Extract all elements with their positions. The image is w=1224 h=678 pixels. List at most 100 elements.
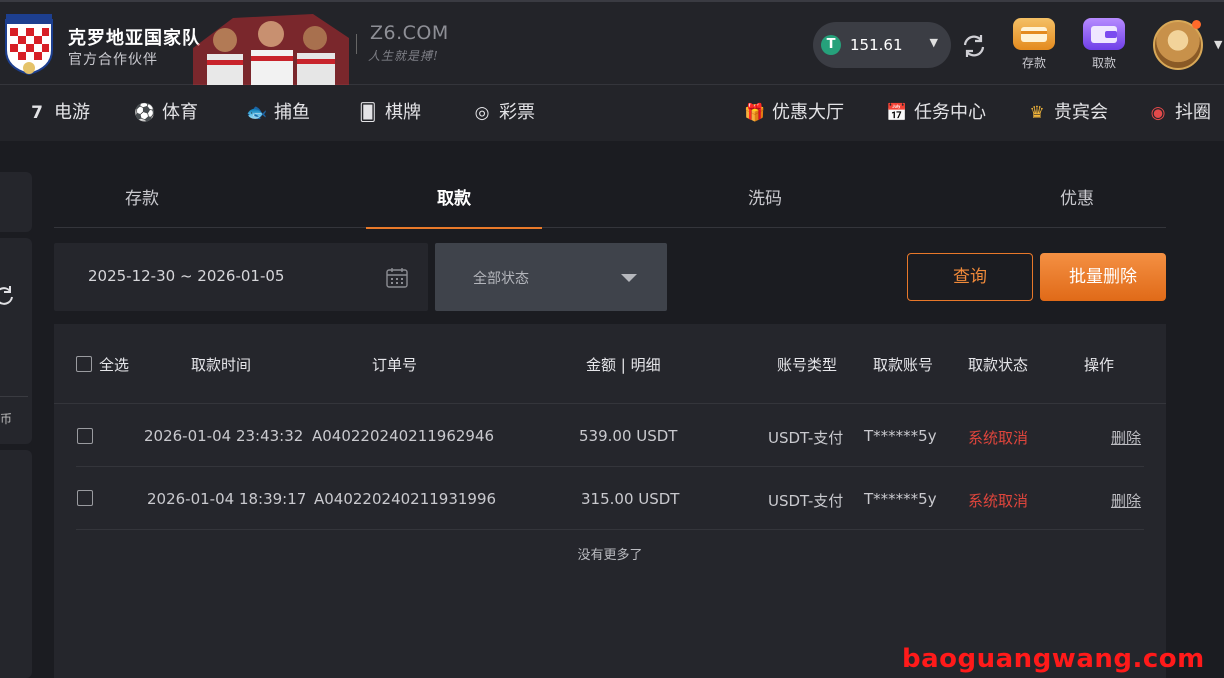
brand-divider	[356, 34, 357, 54]
players-banner-image	[193, 14, 349, 86]
deposit-wallet-icon	[1013, 18, 1055, 50]
row-order-number: A040220240211931996	[314, 490, 497, 508]
nav-label: 优惠大厅	[772, 102, 844, 123]
column-header-time: 取款时间	[191, 356, 252, 374]
row-account: T******5y	[864, 490, 937, 508]
caret-down-icon	[621, 274, 637, 282]
column-header-account: 取款账号	[873, 356, 934, 374]
nav-label: 任务中心	[914, 102, 986, 123]
select-all-label[interactable]: 全选	[99, 354, 129, 375]
lottery-ball-icon: ◎	[474, 103, 490, 123]
row-checkbox[interactable]	[77, 490, 93, 506]
column-header-action: 操作	[1084, 356, 1115, 374]
wallet-card-glyph	[1021, 27, 1047, 42]
nav-item-lottery[interactable]: ◎ 彩票	[471, 85, 535, 141]
gift-icon: 🎁	[744, 103, 766, 123]
column-header-order: 订单号	[372, 356, 418, 374]
table-row: 2026-01-04 23:43:32 A040220240211962946 …	[76, 405, 1144, 467]
rail-divider	[0, 396, 28, 397]
nav-label: 电游	[54, 102, 90, 123]
nav-item-tasks[interactable]: 📅 任务中心	[886, 85, 986, 141]
date-range-picker[interactable]: 2025-12-30 ~ 2026-01-05	[54, 243, 428, 311]
withdraw-label: 取款	[1091, 56, 1116, 70]
nav-label: 彩票	[499, 102, 535, 123]
nav-label: 体育	[162, 102, 198, 123]
nav-item-cards[interactable]: 🂠 棋牌	[357, 85, 421, 141]
nav-item-vip[interactable]: ♛ 贵宾会	[1026, 85, 1108, 141]
site-name[interactable]: Z6.COM	[370, 22, 449, 44]
tab-withdraw[interactable]: 取款	[366, 170, 542, 229]
deposit-label: 存款	[1021, 56, 1046, 70]
table-header: 全选 取款时间 订单号 金额 | 明细 账号类型 取款账号 取款状态 操作	[54, 324, 1166, 404]
task-calendar-icon: 📅	[886, 103, 908, 123]
withdraw-wallet-icon	[1083, 18, 1125, 50]
notification-dot	[1192, 20, 1201, 29]
row-amount: 315.00 USDT	[581, 490, 680, 508]
side-rail-panel-bottom	[0, 450, 32, 678]
side-rail-panel-middle: 币	[0, 238, 32, 444]
refresh-icon[interactable]	[960, 32, 988, 60]
row-account-type: USDT-支付	[768, 492, 844, 510]
row-status: 系统取消	[968, 429, 1029, 447]
tab-promotion[interactable]: 优惠	[989, 170, 1165, 228]
usdt-tether-icon: T	[821, 35, 841, 55]
select-all-checkbox[interactable]	[76, 356, 92, 372]
row-order-number: A040220240211962946	[312, 427, 495, 445]
caret-down-icon: ▼	[929, 36, 938, 49]
tab-rebate[interactable]: 洗码	[677, 170, 853, 228]
nav-item-promotions[interactable]: 🎁 优惠大厅	[744, 85, 844, 141]
main-nav: 7 电游 ⚽ 体育 🐟 捕鱼 🂠 棋牌 ◎ 彩票 🎁 优惠大厅 📅 任务中心 ♛ 贵宾会 ◉ 抖圈	[0, 85, 1224, 141]
rail-coin-label: 币	[0, 412, 13, 426]
avatar-caret-down-icon[interactable]: ▼	[1214, 38, 1222, 51]
column-header-account-type: 账号类型	[777, 356, 838, 374]
row-account: T******5y	[864, 427, 937, 445]
nav-label: 捕鱼	[274, 102, 310, 123]
column-header-status: 取款状态	[968, 356, 1029, 374]
row-time: 2026-01-04 18:39:17	[147, 490, 307, 508]
status-filter-value: 全部状态	[473, 271, 529, 287]
crown-icon: ♛	[1029, 103, 1045, 123]
no-more-text: 没有更多了	[577, 548, 643, 563]
nav-item-douquan[interactable]: ◉ 抖圈	[1147, 85, 1211, 141]
slot-7-icon: 7	[31, 103, 43, 123]
soccer-ball-icon: ⚽	[134, 103, 156, 123]
nav-item-sports[interactable]: ⚽ 体育	[134, 85, 198, 141]
table-row: 2026-01-04 18:39:17 A040220240211931996 …	[76, 468, 1144, 530]
row-amount: 539.00 USDT	[579, 427, 678, 445]
withdraw-records-table: 全选 取款时间 订单号 金额 | 明细 账号类型 取款账号 取款状态 操作 20…	[54, 324, 1166, 678]
query-button[interactable]: 查询	[907, 253, 1033, 301]
nav-label: 贵宾会	[1054, 102, 1108, 123]
cards-icon: 🂠	[359, 103, 377, 123]
fish-icon: 🐟	[246, 103, 268, 123]
nav-label: 抖圈	[1175, 102, 1211, 123]
tab-deposit[interactable]: 存款	[54, 170, 230, 228]
douyin-circle-icon: ◉	[1150, 103, 1166, 123]
brand-subtitle: 官方合作伙伴	[68, 52, 158, 68]
row-delete-link[interactable]: 删除	[1111, 490, 1141, 511]
row-delete-link[interactable]: 删除	[1111, 427, 1141, 448]
brand-title: 克罗地亚国家队	[68, 28, 201, 49]
hns-crest-logo[interactable]	[2, 10, 56, 76]
batch-delete-button[interactable]: 批量删除	[1040, 253, 1166, 301]
nav-label: 棋牌	[385, 102, 421, 123]
date-range-value: 2025-12-30 ~ 2026-01-05	[88, 267, 285, 285]
nav-item-fishing[interactable]: 🐟 捕鱼	[246, 85, 310, 141]
row-checkbox[interactable]	[77, 428, 93, 444]
record-tabs: 存款 取款 洗码 优惠	[54, 170, 1166, 229]
deposit-button[interactable]: 存款	[1011, 18, 1057, 74]
site-slogan: 人生就是搏!	[368, 49, 439, 63]
top-header: 克罗地亚国家队 官方合作伙伴 Z6.COM 人生就是搏! T 151.61 ▼	[0, 0, 1224, 86]
withdraw-button[interactable]: 取款	[1081, 18, 1127, 74]
rail-refresh-icon[interactable]	[0, 284, 16, 308]
row-time: 2026-01-04 23:43:32	[144, 427, 304, 445]
calendar-icon[interactable]	[386, 267, 408, 288]
watermark-text: baoguangwang.com	[902, 644, 1205, 674]
balance-value: 151.61	[850, 36, 903, 54]
side-rail-panel-top[interactable]	[0, 172, 32, 232]
balance-selector[interactable]: T 151.61 ▼	[813, 22, 951, 68]
nav-item-egames[interactable]: 7 电游	[26, 85, 90, 141]
wallet-glyph	[1091, 26, 1117, 43]
row-status: 系统取消	[968, 492, 1029, 510]
column-header-amount: 金额 | 明细	[586, 356, 661, 374]
status-filter-select[interactable]: 全部状态	[435, 243, 667, 311]
